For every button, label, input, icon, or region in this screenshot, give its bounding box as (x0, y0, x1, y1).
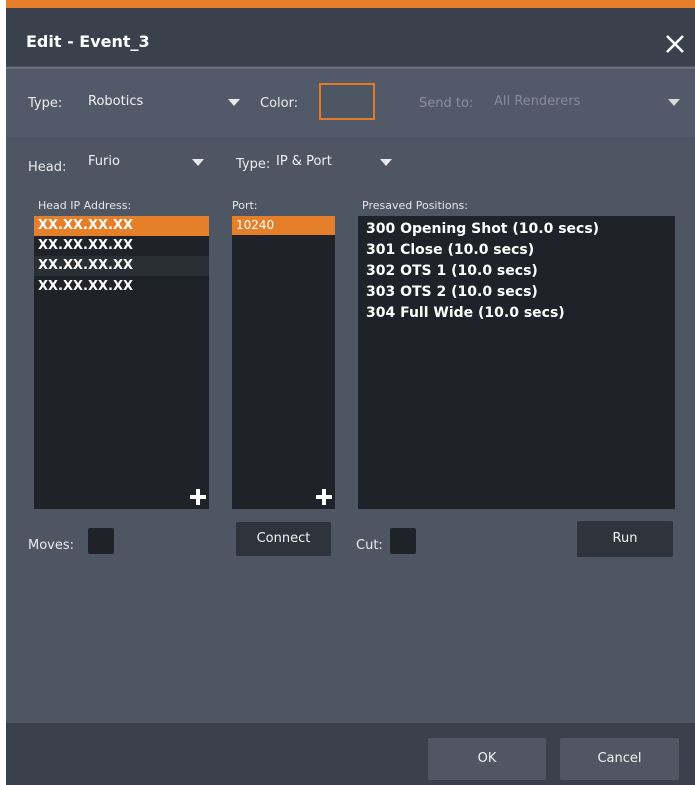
color-label: Color: (260, 96, 299, 111)
close-icon[interactable] (663, 32, 687, 56)
run-button[interactable]: Run (577, 521, 673, 557)
dialog-footer: OK Cancel (6, 723, 695, 785)
ip-list-item[interactable]: XX.XX.XX.XX (34, 277, 209, 297)
send-to-select-value: All Renderers (494, 94, 581, 109)
port-list-item[interactable]: 10240 (232, 216, 335, 235)
send-to-label: Send to: (419, 96, 474, 111)
cut-label: Cut: (356, 538, 383, 553)
ip-address-list[interactable]: XX.XX.XX.XX XX.XX.XX.XX XX.XX.XX.XX XX.X… (34, 216, 209, 509)
ip-list-item[interactable]: XX.XX.XX.XX (34, 236, 209, 256)
moves-checkbox[interactable] (88, 528, 114, 554)
connect-button[interactable]: Connect (236, 522, 331, 556)
head-type-select-value: IP & Port (276, 154, 332, 169)
edit-event-dialog: Edit - Event_3 Type: Robotics Color: Sen… (6, 0, 695, 785)
chevron-down-icon (228, 99, 240, 106)
chevron-down-icon (192, 159, 204, 166)
presaved-position-item[interactable]: 300 Opening Shot (10.0 secs) (366, 221, 599, 237)
head-label: Head: (28, 160, 67, 175)
type-select-value: Robotics (88, 94, 144, 109)
presaved-position-item[interactable]: 303 OTS 2 (10.0 secs) (366, 284, 538, 300)
moves-label: Moves: (28, 538, 75, 553)
ip-list-item[interactable]: XX.XX.XX.XX (34, 256, 209, 276)
presaved-column-header: Presaved Positions: (362, 199, 468, 212)
plus-icon[interactable] (190, 489, 206, 505)
port-column-header: Port: (232, 199, 258, 212)
color-swatch[interactable] (319, 83, 375, 120)
cut-checkbox[interactable] (390, 528, 416, 554)
type-label: Type: (28, 96, 63, 111)
presaved-positions-list[interactable]: 300 Opening Shot (10.0 secs) 301 Close (… (358, 216, 675, 509)
send-to-select: All Renderers (490, 90, 684, 114)
presaved-position-item[interactable]: 301 Close (10.0 secs) (366, 242, 534, 258)
head-select-value: Furio (88, 154, 120, 169)
type-select[interactable]: Robotics (84, 90, 244, 114)
cancel-button[interactable]: Cancel (560, 738, 679, 780)
ip-column-header: Head IP Address: (38, 199, 132, 212)
dialog-title: Edit - Event_3 (26, 32, 150, 51)
ok-button[interactable]: OK (428, 738, 546, 780)
plus-icon[interactable] (316, 489, 332, 505)
presaved-position-item[interactable]: 302 OTS 1 (10.0 secs) (366, 263, 538, 279)
chevron-down-icon (380, 159, 392, 166)
ip-list-item[interactable]: XX.XX.XX.XX (34, 216, 209, 236)
head-select[interactable]: Furio (84, 150, 208, 174)
chevron-down-icon (668, 99, 680, 106)
port-list[interactable]: 10240 (232, 216, 335, 509)
title-bar: Edit - Event_3 (6, 8, 695, 66)
presaved-position-item[interactable]: 304 Full Wide (10.0 secs) (366, 305, 565, 321)
accent-bar (6, 0, 695, 8)
head-type-label: Type: (236, 157, 271, 172)
head-type-select[interactable]: IP & Port (272, 150, 396, 174)
